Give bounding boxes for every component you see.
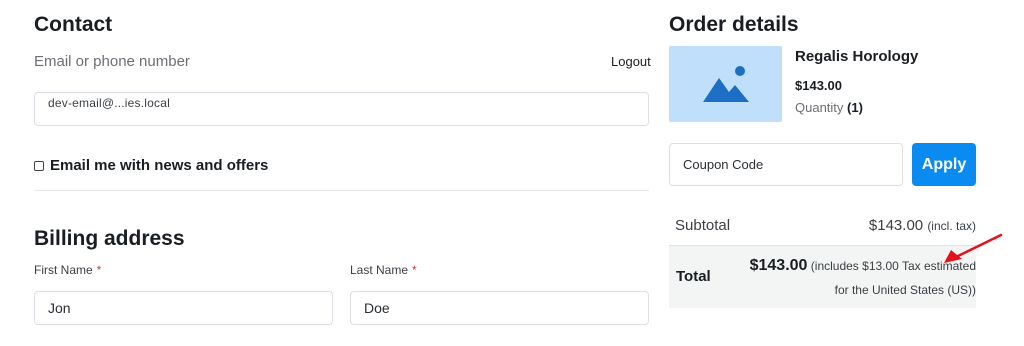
product-name: Regalis Horology <box>795 48 919 65</box>
subtotal-label: Subtotal <box>675 217 731 234</box>
email-field-value: dev-email@...ies.local <box>48 96 170 110</box>
product-price: $143.00 <box>795 78 842 93</box>
apply-coupon-button[interactable]: Apply <box>912 143 976 186</box>
newsletter-checkbox[interactable] <box>34 160 44 171</box>
first-name-field[interactable]: Jon <box>34 291 333 325</box>
total-amount: $143.00 <box>749 257 808 274</box>
last-name-label: Last Name * <box>350 263 417 277</box>
order-details-title: Order details <box>669 13 799 36</box>
first-name-label: First Name * <box>34 263 101 277</box>
total-tax-note-line2: for the United States (US)) <box>834 283 976 297</box>
section-divider <box>34 190 649 191</box>
last-name-field[interactable]: Doe <box>350 291 649 325</box>
first-name-value: Jon <box>48 300 71 316</box>
email-label: Email or phone number <box>34 53 190 70</box>
coupon-placeholder: Coupon Code <box>683 157 764 172</box>
last-name-label-text: Last Name <box>350 263 409 277</box>
coupon-field[interactable]: Coupon Code <box>669 143 903 186</box>
required-mark: * <box>412 263 417 277</box>
logout-link[interactable]: Logout <box>611 54 651 69</box>
last-name-value: Doe <box>364 300 390 316</box>
newsletter-option[interactable]: Email me with news and offers <box>34 157 268 174</box>
quantity-label: Quantity <box>795 100 844 115</box>
first-name-label-text: First Name <box>34 263 93 277</box>
total-row <box>669 245 976 308</box>
billing-title: Billing address <box>34 227 185 250</box>
total-label: Total <box>676 268 711 285</box>
email-field[interactable]: dev-email@...ies.local <box>34 92 649 126</box>
annotation-arrow <box>944 233 1003 263</box>
subtotal-amount: $143.00 <box>868 217 924 234</box>
image-placeholder-icon <box>702 66 749 102</box>
quantity-value: (1) <box>847 100 863 115</box>
product-quantity: Quantity (1) <box>795 100 863 115</box>
product-thumbnail <box>669 46 782 122</box>
contact-title: Contact <box>34 13 113 36</box>
required-mark: * <box>96 263 102 277</box>
newsletter-label: Email me with news and offers <box>50 157 269 174</box>
